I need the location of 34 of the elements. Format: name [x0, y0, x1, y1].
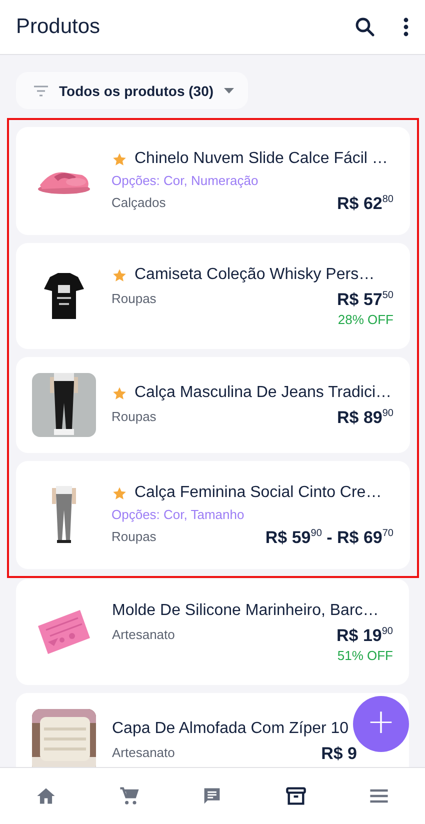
product-title: Camiseta Coleção Whisky Pers… — [134, 265, 375, 285]
product-card[interactable]: Calça Masculina De Jeans Tradici… Roupas R$ 89$^{90}$ — [16, 357, 410, 453]
cart-icon — [118, 785, 140, 807]
product-card[interactable]: Calça Feminina Social Cinto Cre… Opções: Cor, Tamanho Roupas R$ 59$^{90}$ - R$ 69$^{70}$ — [16, 461, 410, 569]
product-title: Capa De Almofada Com Zíper 10 — [112, 719, 349, 739]
product-title: Calça Feminina Social Cinto Cre… — [134, 483, 382, 503]
product-options: Opções: Cor, Tamanho — [112, 505, 244, 525]
archive-icon — [284, 785, 307, 807]
product-card[interactable]: Chinelo Nuvem Slide Calce Fácil … Opções: Cor, Numeração Calçados R$ 62$^{80}$ — [16, 127, 410, 235]
product-price: R$ 57$^{50}$ — [337, 289, 394, 311]
filter-icon — [33, 84, 49, 96]
product-title: Calça Masculina De Jeans Tradici… — [134, 383, 392, 403]
product-category: Calçados — [112, 194, 166, 212]
product-price: R$ 59$^{90}$ - R$ 69$^{70}$ — [265, 527, 394, 549]
filter-dropdown[interactable]: Todos os produtos (30) — [16, 72, 248, 109]
dropdown-caret-icon — [224, 88, 234, 94]
product-title: Molde De Silicone Marinheiro, Barc… — [112, 601, 379, 621]
product-category: Artesanato — [112, 744, 175, 762]
product-category: Roupas — [112, 290, 156, 308]
product-price: R$ 62$^{80}$ — [337, 193, 394, 215]
product-price: R$ 19$^{90}$ — [336, 625, 393, 647]
product-card[interactable]: Molde De Silicone Marinheiro, Barc… Artesanato R$ 19$^{90}$ 51% OFF — [16, 579, 409, 685]
discount-label: 51% OFF — [337, 647, 393, 665]
product-price: R$ 89$^{90}$ — [337, 407, 394, 429]
product-options: Opções: Cor, Numeração — [112, 171, 258, 191]
product-category: Roupas — [112, 528, 156, 546]
more-options-icon[interactable] — [403, 17, 409, 37]
discount-label: 28% OFF — [338, 311, 394, 329]
page-title: Produtos — [16, 15, 102, 39]
product-category: Artesanato — [112, 626, 175, 644]
product-category: Roupas — [112, 408, 156, 426]
product-card[interactable]: Camiseta Coleção Whisky Pers… Roupas R$ 57$^{50}$ 28% OFF — [16, 243, 410, 349]
search-icon[interactable] — [355, 17, 375, 37]
product-title: Chinelo Nuvem Slide Calce Fácil … — [134, 149, 388, 169]
